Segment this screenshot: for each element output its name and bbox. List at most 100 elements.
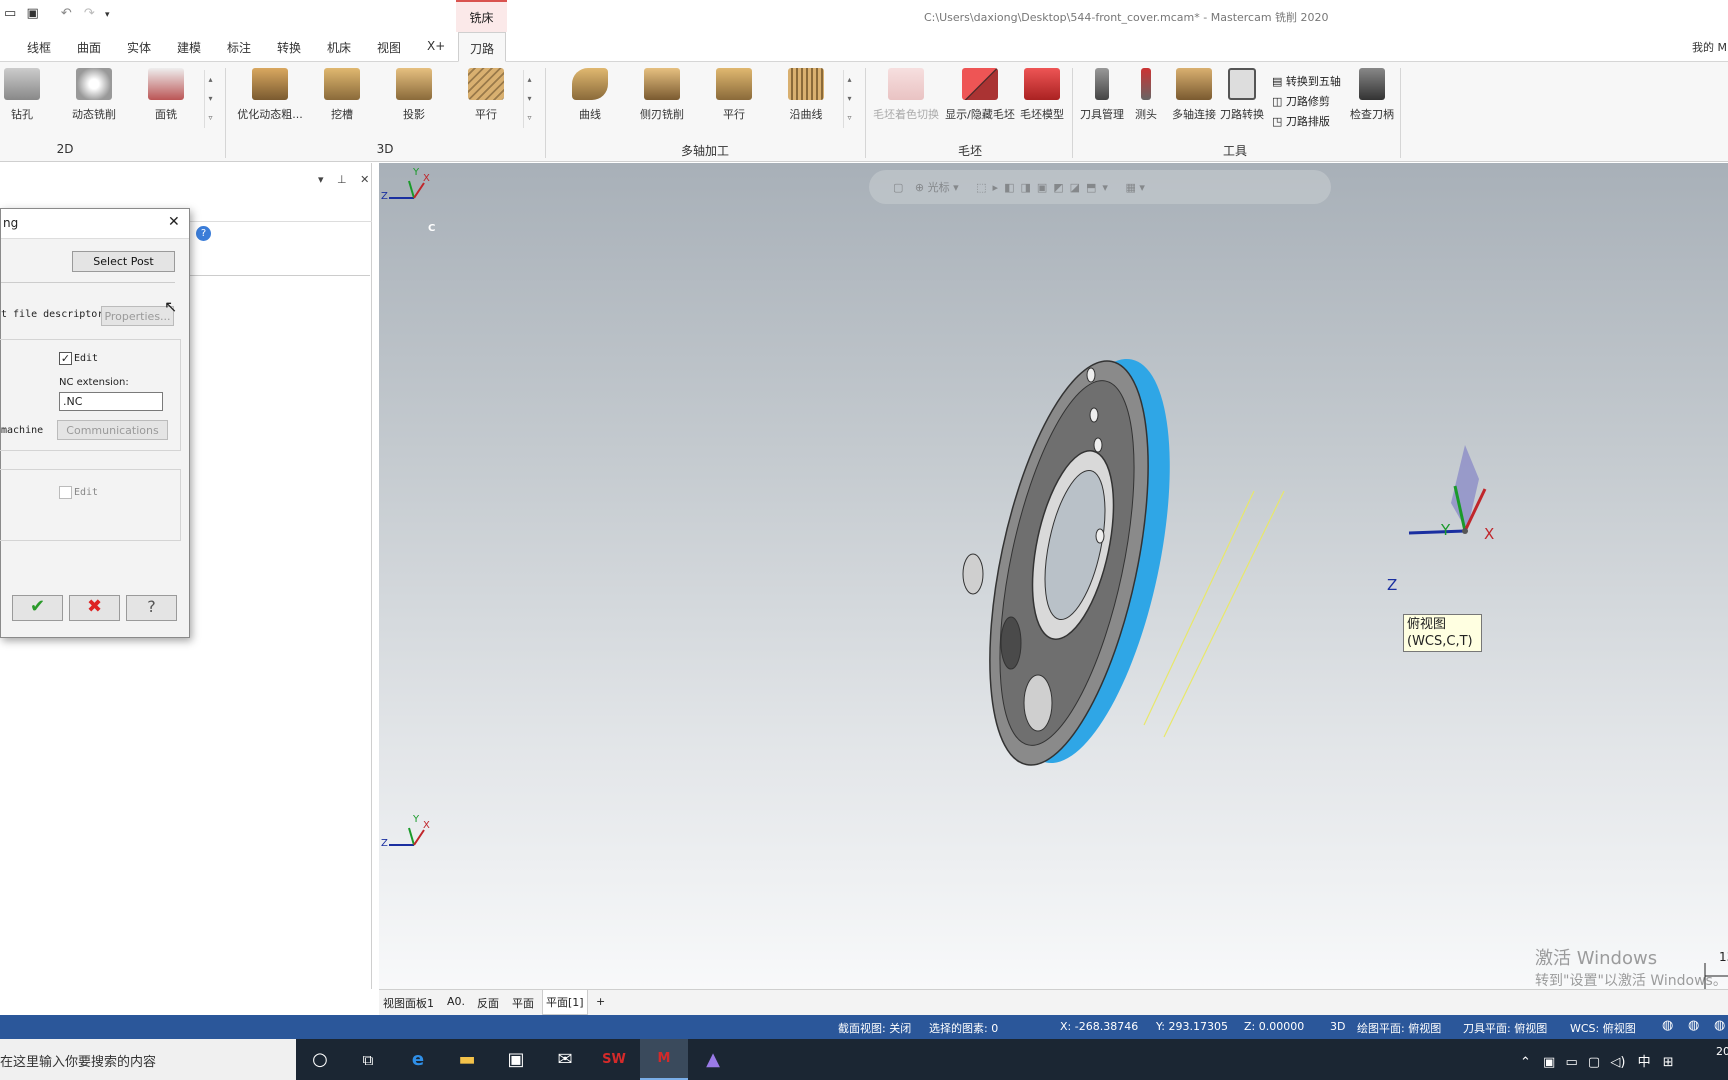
trim-toolpath-label: 刀路修剪 bbox=[1285, 95, 1330, 108]
ribbon-tab-bar: 线框 曲面 实体 建模 标注 转换 机床 视图 X+ 刀路 我的 M bbox=[0, 32, 1728, 62]
world-z-label: Z bbox=[381, 838, 388, 849]
group-multiaxis-label: 多轴加工 bbox=[680, 144, 729, 158]
parallel-multi-button[interactable]: 平行 bbox=[698, 62, 770, 122]
help-icon[interactable]: ? bbox=[196, 226, 211, 241]
face-button[interactable]: 面铣 bbox=[130, 62, 202, 122]
toolpath-transform-label: 刀路转换 bbox=[1220, 108, 1264, 121]
solidworks-icon[interactable]: SW bbox=[590, 1039, 638, 1080]
tab-drafting[interactable]: 标注 bbox=[227, 39, 251, 56]
tool-plane-status[interactable]: 刀具平面: 俯视图 bbox=[1463, 1020, 1547, 1036]
mail-icon[interactable]: ✉ bbox=[541, 1039, 589, 1080]
display-icon[interactable]: ◍ bbox=[1688, 1018, 1699, 1033]
group-stock-label: 毛坯 bbox=[957, 144, 982, 158]
battery-icon[interactable]: ▭ bbox=[1565, 1055, 1577, 1070]
toolpath-transform-button[interactable]: 刀路转换 bbox=[1206, 62, 1278, 122]
search-placeholder: 在这里输入你要搜索的内容 bbox=[0, 1055, 157, 1070]
mode-3d-toggle[interactable]: 3D bbox=[1330, 1020, 1345, 1033]
viewsheet-tab[interactable]: 平面 bbox=[512, 995, 534, 1011]
edit-nc-checkbox[interactable]: ✓ bbox=[59, 352, 72, 365]
x-coordinate: X: -268.38746 bbox=[1060, 1020, 1139, 1033]
globe-icon[interactable]: ◍ bbox=[1662, 1018, 1673, 1033]
parallel-3d-button[interactable]: 平行 bbox=[450, 62, 522, 122]
viewsheet-tab[interactable]: A0. bbox=[447, 995, 465, 1008]
viewsheet-tab[interactable]: 反面 bbox=[477, 995, 499, 1011]
tab-solids[interactable]: 实体 bbox=[127, 39, 151, 56]
y-coordinate: Y: 293.17305 bbox=[1156, 1020, 1228, 1033]
stock-shading-button[interactable]: 毛坯着色切换 bbox=[870, 62, 942, 122]
tab-toolpaths[interactable]: 刀路 bbox=[458, 32, 506, 62]
taskbar-search[interactable]: 在这里输入你要搜索的内容 bbox=[0, 1039, 296, 1080]
file-explorer-icon[interactable]: ▬ bbox=[443, 1039, 491, 1080]
panel-menu-icon[interactable]: ▾ bbox=[318, 173, 324, 186]
ime-mode-icon[interactable]: ⊞ bbox=[1663, 1055, 1674, 1070]
tab-view[interactable]: 视图 bbox=[377, 39, 401, 56]
tab-surfaces[interactable]: 曲面 bbox=[77, 39, 101, 56]
cortana-icon[interactable]: ○ bbox=[296, 1039, 344, 1080]
clock[interactable]: 20 bbox=[1716, 1045, 1728, 1058]
pocket-3d-button[interactable]: 挖槽 bbox=[306, 62, 378, 122]
nesting-button[interactable]: ◳ 刀路排版 bbox=[1272, 112, 1341, 132]
volume-icon[interactable]: ◁) bbox=[1610, 1055, 1625, 1070]
cancel-button[interactable]: ✖ bbox=[69, 595, 120, 621]
help-button[interactable]: ? bbox=[126, 595, 177, 621]
communications-button[interactable]: Communications bbox=[57, 420, 168, 440]
section-view-status[interactable]: 截面视图: 关闭 bbox=[838, 1020, 911, 1036]
curve-button[interactable]: 曲线 bbox=[554, 62, 626, 122]
add-viewsheet-button[interactable]: + bbox=[596, 995, 605, 1008]
viewsheet-tab-active[interactable]: 平面[1] bbox=[542, 990, 588, 1015]
mastercam-icon[interactable]: M bbox=[640, 1039, 688, 1080]
account-label[interactable]: 我的 M bbox=[1692, 39, 1727, 55]
tab-transform[interactable]: 转换 bbox=[277, 39, 301, 56]
2d-gallery-scroll[interactable]: ▴ ▾ ▿ bbox=[204, 70, 216, 128]
project-button[interactable]: 投影 bbox=[378, 62, 450, 122]
save-as-icon[interactable]: ▣ bbox=[26, 6, 38, 21]
edge-icon[interactable]: e bbox=[394, 1039, 442, 1080]
tab-machine[interactable]: 机床 bbox=[327, 39, 351, 56]
construction-plane-status[interactable]: 绘图平面: 俯视图 bbox=[1357, 1020, 1441, 1036]
optirough-button[interactable]: 优化动态粗... bbox=[234, 62, 306, 122]
redo-icon[interactable]: ↷ bbox=[84, 6, 95, 21]
viewsheet-tab[interactable]: 视图面板1 bbox=[383, 995, 434, 1011]
customize-icon[interactable]: ▾ bbox=[105, 10, 110, 20]
multiaxis-gallery-scroll[interactable]: ▴ ▾ ▿ bbox=[843, 70, 855, 128]
status-bar: 截面视图: 关闭 选择的图素: 0 X: -268.38746 Y: 293.1… bbox=[0, 1015, 1728, 1039]
app-icon[interactable]: ▲ bbox=[689, 1039, 737, 1080]
store-icon[interactable]: ▣ bbox=[492, 1039, 540, 1080]
edit-nci-checkbox[interactable] bbox=[59, 486, 72, 499]
along-curve-button[interactable]: 沿曲线 bbox=[770, 62, 842, 122]
mounting-boss bbox=[962, 553, 984, 595]
ime-indicator[interactable]: 中 bbox=[1638, 1055, 1651, 1070]
tab-wireframe[interactable]: 线框 bbox=[27, 39, 51, 56]
close-panel-icon[interactable]: ✕ bbox=[360, 173, 369, 186]
drill-button[interactable]: 钻孔 bbox=[0, 62, 58, 122]
parallel-3d-icon bbox=[468, 68, 504, 100]
activation-watermark: 激活 Windows 转到"设置"以激活 Windows。 bbox=[1535, 944, 1727, 990]
tray-expand-icon[interactable]: ⌃ bbox=[1520, 1055, 1531, 1070]
quick-access-toolbar[interactable]: ▭ ▣ ↶ ↷ ▾ bbox=[4, 6, 110, 21]
pin-icon[interactable]: ⊥ bbox=[337, 173, 347, 186]
tray-app-icon[interactable]: ▣ bbox=[1543, 1055, 1555, 1070]
context-tab-label[interactable]: 铣床 bbox=[456, 0, 507, 32]
network-icon[interactable]: ▢ bbox=[1588, 1055, 1600, 1070]
tab-model-prep[interactable]: 建模 bbox=[177, 39, 201, 56]
check-holder-button[interactable]: 检查刀柄 bbox=[1336, 62, 1408, 122]
ok-button[interactable]: ✔ bbox=[12, 595, 63, 621]
swarf-button[interactable]: 侧刃铣削 bbox=[626, 62, 698, 122]
close-icon[interactable]: ✕ bbox=[168, 214, 180, 230]
nc-extension-input[interactable]: .NC bbox=[59, 392, 163, 411]
graphics-viewport[interactable]: ▢ ⊕ 光标 ▾ ⬚▸◧◨▣◩◪⬒▾ ▦ ▾ Y X Z C Y X Z Y X… bbox=[379, 163, 1728, 989]
tab-xplus[interactable]: X+ bbox=[427, 39, 445, 53]
watermark-line1: 激活 Windows bbox=[1535, 948, 1658, 969]
trim-toolpath-button[interactable]: ◫ 刀路修剪 bbox=[1272, 92, 1341, 112]
wcs-status[interactable]: WCS: 俯视图 bbox=[1570, 1020, 1636, 1036]
convert-5axis-button[interactable]: ▤ 转换到五轴 bbox=[1272, 72, 1341, 92]
dynamic-mill-button[interactable]: 动态铣削 bbox=[58, 62, 130, 122]
3d-gallery-scroll[interactable]: ▴ ▾ ▿ bbox=[523, 70, 535, 128]
viewport-canvas bbox=[389, 180, 1728, 989]
task-view-icon[interactable]: ⧉ bbox=[344, 1039, 392, 1080]
along-curve-label: 沿曲线 bbox=[789, 108, 823, 121]
save-icon[interactable]: ▭ bbox=[4, 6, 16, 21]
settings-icon[interactable]: ◍ bbox=[1714, 1018, 1725, 1033]
undo-icon[interactable]: ↶ bbox=[61, 6, 72, 21]
select-post-button[interactable]: Select Post bbox=[72, 251, 175, 272]
